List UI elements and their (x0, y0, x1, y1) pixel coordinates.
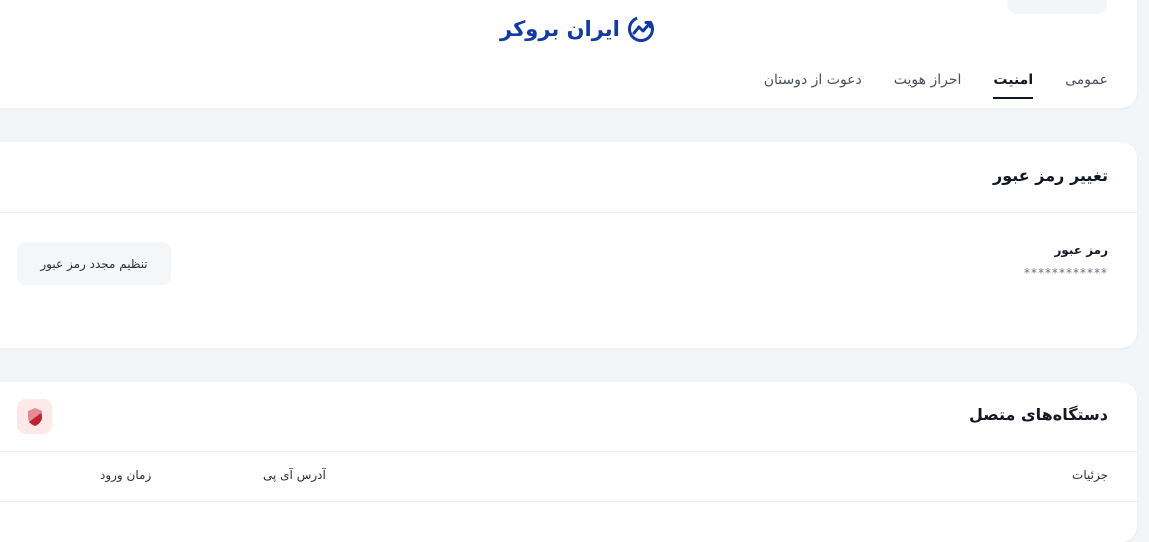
change-password-title: تغییر رمز عبور (993, 166, 1108, 185)
connected-devices-title: دستگاه‌های متصل (968, 405, 1108, 424)
reset-password-button[interactable]: تنظیم مجدد رمز عبور (17, 242, 171, 285)
password-masked-value: ************ (1024, 266, 1108, 280)
tab-bar: عمومی امنیت احراز هویت دعوت از دوستان (764, 68, 1108, 108)
header-card: ایران بروکر عمومی امنیت احراز هویت دعوت … (0, 0, 1137, 108)
column-header-login-time: زمان ورود (100, 468, 152, 482)
password-label: رمز عبور (1054, 243, 1108, 257)
tab-invite-friends[interactable]: دعوت از دوستان (764, 68, 862, 108)
column-header-details: جزئیات (1072, 468, 1108, 482)
divider (0, 212, 1137, 213)
brand-logo[interactable]: ایران بروکر (500, 14, 656, 44)
divider (0, 501, 1137, 502)
tab-verification[interactable]: احراز هویت (894, 68, 962, 108)
tab-general[interactable]: عمومی (1065, 68, 1108, 108)
column-header-ip: آدرس آی پی (263, 468, 326, 482)
chart-trend-icon (627, 16, 654, 42)
divider (0, 451, 1137, 452)
header-pill[interactable] (1007, 0, 1107, 14)
brand-name: ایران بروکر (500, 17, 620, 41)
connected-devices-card: دستگاه‌های متصل جزئیات آدرس آی پی زمان و… (0, 382, 1137, 542)
tab-security[interactable]: امنیت (993, 68, 1033, 108)
revoke-sessions-button[interactable] (17, 399, 52, 434)
shield-icon (27, 407, 42, 426)
change-password-card: تغییر رمز عبور رمز عبور ************ تنظ… (0, 142, 1137, 348)
